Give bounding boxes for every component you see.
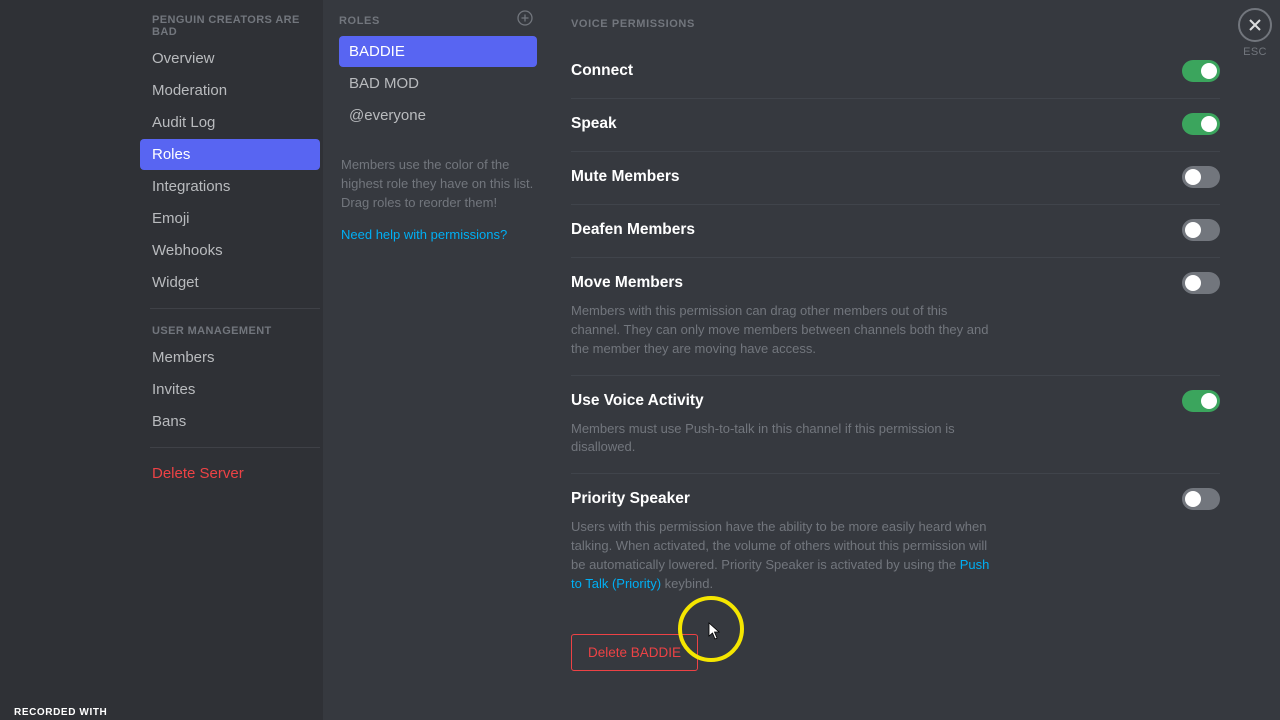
delete-server-link[interactable]: Delete Server xyxy=(140,458,323,489)
close-esc-label: ESC xyxy=(1238,46,1272,58)
permission-connect: Connect xyxy=(571,46,1220,99)
role-item-everyone[interactable]: @everyone xyxy=(339,100,537,131)
permission-description: Members must use Push-to-talk in this ch… xyxy=(571,420,991,458)
permission-label: Deafen Members xyxy=(571,221,695,239)
permission-use-voice-activity: Use Voice Activity Members must use Push-… xyxy=(571,376,1220,475)
sidebar-item-invites[interactable]: Invites xyxy=(140,374,320,405)
permission-toggle[interactable] xyxy=(1182,113,1220,135)
permission-description: Members with this permission can drag ot… xyxy=(571,302,991,359)
permission-speak: Speak xyxy=(571,99,1220,152)
permission-description: Users with this permission have the abil… xyxy=(571,518,991,593)
voice-permissions-header: VOICE PERMISSIONS xyxy=(571,18,1220,30)
user-management-header: USER MANAGEMENT xyxy=(140,319,323,341)
close-area: ESC xyxy=(1238,8,1272,58)
sidebar-item-roles[interactable]: Roles xyxy=(140,139,320,170)
watermark-text: RECORDED WITH xyxy=(14,707,107,718)
roles-column: ROLES BADDIEBAD MOD@everyone Members use… xyxy=(323,0,553,720)
role-item-baddie[interactable]: BADDIE xyxy=(339,36,537,67)
roles-header: ROLES xyxy=(339,15,380,27)
delete-role-button[interactable]: Delete BADDIE xyxy=(571,634,698,671)
server-settings-sidebar: PENGUIN CREATORS ARE BAD OverviewModerat… xyxy=(0,0,323,720)
permission-desc-link[interactable]: Push to Talk (Priority) xyxy=(571,557,989,591)
permission-toggle[interactable] xyxy=(1182,219,1220,241)
roles-help-text: Members use the color of the highest rol… xyxy=(339,132,537,213)
sidebar-divider xyxy=(150,308,320,309)
permission-toggle[interactable] xyxy=(1182,488,1220,510)
sidebar-item-moderation[interactable]: Moderation xyxy=(140,75,320,106)
close-button[interactable] xyxy=(1238,8,1272,42)
sidebar-item-overview[interactable]: Overview xyxy=(140,43,320,74)
permission-label: Connect xyxy=(571,62,633,80)
permission-label: Mute Members xyxy=(571,168,680,186)
sidebar-item-emoji[interactable]: Emoji xyxy=(140,203,320,234)
permission-label: Use Voice Activity xyxy=(571,392,704,410)
permissions-panel: VOICE PERMISSIONS Connect Speak Mute Membe… xyxy=(553,0,1280,720)
permission-move-members: Move Members Members with this permission… xyxy=(571,258,1220,376)
add-role-icon[interactable] xyxy=(513,10,537,31)
permission-label: Speak xyxy=(571,115,617,133)
permission-mute-members: Mute Members xyxy=(571,152,1220,205)
permission-toggle[interactable] xyxy=(1182,272,1220,294)
sidebar-item-members[interactable]: Members xyxy=(140,342,320,373)
permission-priority-speaker: Priority Speaker Users with this permissi… xyxy=(571,474,1220,609)
permission-toggle[interactable] xyxy=(1182,60,1220,82)
server-name-header: PENGUIN CREATORS ARE BAD xyxy=(140,8,323,42)
sidebar-item-audit-log[interactable]: Audit Log xyxy=(140,107,320,138)
sidebar-item-webhooks[interactable]: Webhooks xyxy=(140,235,320,266)
roles-help-link[interactable]: Need help with permissions? xyxy=(339,213,537,242)
sidebar-item-bans[interactable]: Bans xyxy=(140,406,320,437)
sidebar-divider xyxy=(150,447,320,448)
sidebar-item-widget[interactable]: Widget xyxy=(140,267,320,298)
role-item-badmod[interactable]: BAD MOD xyxy=(339,68,537,99)
sidebar-item-integrations[interactable]: Integrations xyxy=(140,171,320,202)
permission-toggle[interactable] xyxy=(1182,166,1220,188)
permission-deafen-members: Deafen Members xyxy=(571,205,1220,258)
permission-label: Move Members xyxy=(571,274,683,292)
permission-toggle[interactable] xyxy=(1182,390,1220,412)
permission-label: Priority Speaker xyxy=(571,490,690,508)
